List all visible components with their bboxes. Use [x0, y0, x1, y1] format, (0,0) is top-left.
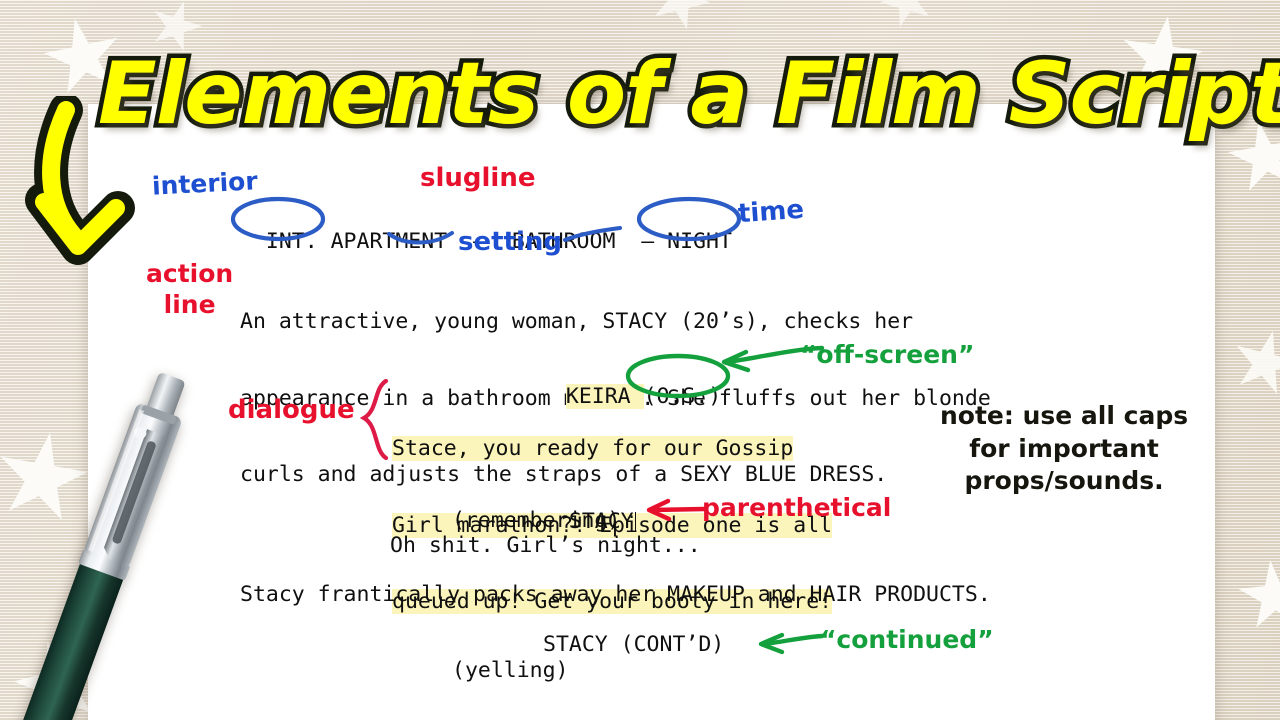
action-line-1-row: An attractive, young woman, STACY (20’s)… — [240, 309, 914, 334]
annotation-time: time — [736, 194, 806, 230]
slugline-interior-text: INT. — [265, 228, 318, 254]
annotation-setting: setting — [458, 227, 562, 257]
annotation-dialogue: dialogue — [228, 395, 355, 425]
annotation-parenthetical: parenthetical — [702, 493, 892, 522]
annotation-note: note: use all caps for important props/s… — [940, 401, 1189, 495]
dialogue-stacy-contd: Uhm, I actually have to run a few errand… — [390, 683, 817, 720]
parenthetical-stacy: (remembering) — [452, 508, 621, 533]
annotation-interior: interior — [151, 166, 259, 201]
annotation-continued: “continued” — [820, 625, 994, 654]
annotation-action-line: action line — [146, 259, 234, 320]
parenthetical-stacy-contd: (yelling) — [452, 658, 569, 683]
dialogue-keira-row: Stace, you ready for our Gossip — [392, 436, 794, 461]
page-title: Elements of a Film Script — [93, 40, 1280, 149]
annotation-off-screen: “off-screen” — [800, 340, 975, 369]
slugline-time-text: NIGHT — [667, 228, 732, 254]
annotation-slugline: slugline — [420, 163, 536, 193]
dialogue-stacy: Oh shit. Girl’s night... — [390, 533, 701, 558]
text-cursor — [634, 511, 637, 531]
action-line-2: Stacy frantically packs away her MAKEUP … — [240, 582, 991, 607]
character-cue-stacy-contd: STACY (CONT’D) — [543, 632, 725, 657]
